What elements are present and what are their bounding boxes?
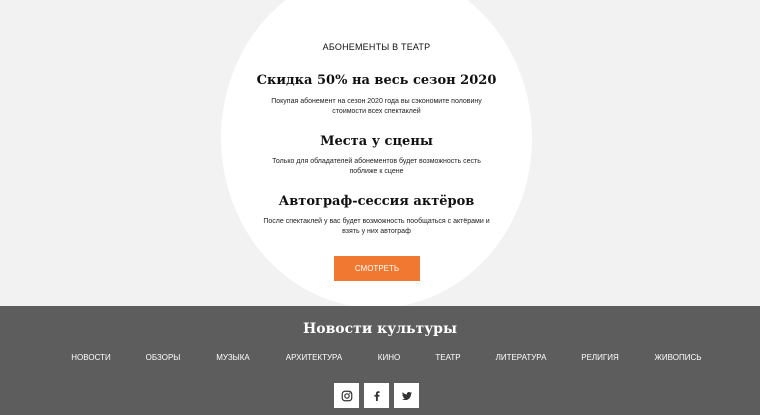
footer-nav: НОВОСТИ ОБЗОРЫ МУЗЫКА АРХИТЕКТУРА КИНО Т… [0,353,760,365]
nav-link-reviews[interactable]: ОБЗОРЫ [146,353,181,362]
feature-title-autograph: Автограф-сессия актёров [278,194,475,209]
nav-link-music[interactable]: МУЗЫКА [216,353,249,362]
nav-link-news[interactable]: НОВОСТИ [71,353,110,362]
feature-description-autograph: После спектаклей у вас будет возможность… [263,218,490,235]
nav-link-religion[interactable]: РЕЛИГИЯ [581,353,619,362]
view-button[interactable]: СМОТРЕТЬ [334,256,420,281]
instagram-icon [341,390,352,401]
nav-link-cinema[interactable]: КИНО [378,353,400,362]
footer-title: Новости культуры [303,321,457,337]
feature-description-seats: Только для обладателей абонементов будет… [272,158,481,175]
nav-link-theatre[interactable]: ТЕАТР [435,353,460,362]
promo-eyebrow: АБОНЕМЕНТЫ В ТЕАТР [322,42,431,52]
facebook-icon [373,390,380,401]
instagram-button[interactable] [334,383,359,408]
nav-link-architecture[interactable]: АРХИТЕКТУРА [286,353,342,362]
feature-title-discount: Скидка 50% на весь сезон 2020 [256,73,497,88]
twitter-button[interactable] [394,383,419,408]
feature-description-discount: Покупая абонемент на сезон 2020 года вы … [271,98,482,115]
footer: Новости культуры НОВОСТИ ОБЗОРЫ МУЗЫКА А… [0,306,760,415]
twitter-icon [401,391,412,400]
nav-link-literature[interactable]: ЛИТЕРАТУРА [496,353,547,362]
nav-link-painting[interactable]: ЖИВОПИСЬ [655,353,702,362]
feature-title-seats: Места у сцены [320,134,433,149]
facebook-button[interactable] [364,383,389,408]
